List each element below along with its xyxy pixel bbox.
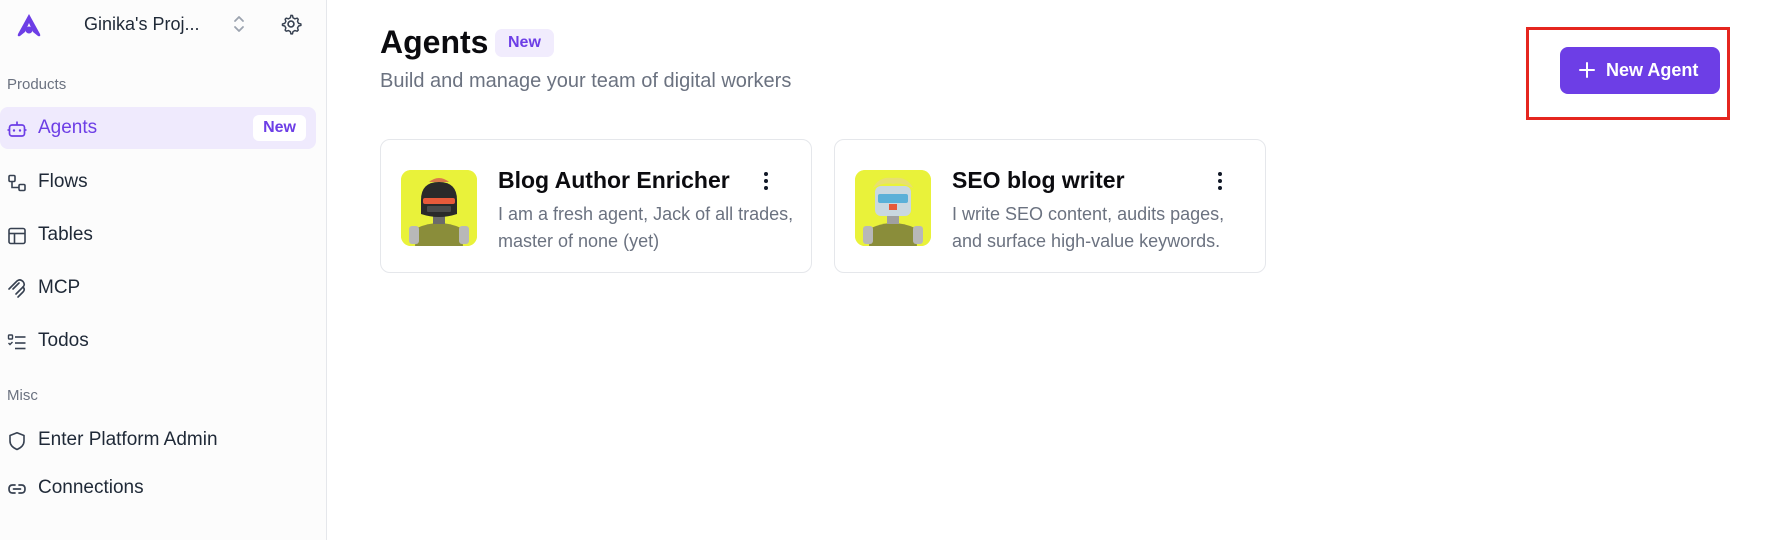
sidebar: Ginika's Proj... Products Agents New Flo [0, 0, 327, 540]
agent-card[interactable]: Blog Author Enricher I am a fresh agent,… [380, 139, 812, 273]
sidebar-item-connections[interactable]: Connections [0, 467, 316, 509]
page-title: Agents [380, 24, 489, 60]
sidebar-item-flows[interactable]: Flows [0, 161, 316, 203]
sidebar-item-label: Todos [38, 330, 89, 351]
sidebar-item-label: Tables [38, 224, 93, 245]
agent-card-description: I write SEO content, audits pages, and s… [952, 204, 1225, 251]
robot-icon [7, 121, 27, 137]
new-badge: New [495, 29, 554, 57]
sidebar-item-enter-platform-admin[interactable]: Enter Platform Admin [0, 419, 316, 461]
more-vertical-icon[interactable] [1215, 170, 1225, 192]
sidebar-header: Ginika's Proj... [0, 0, 327, 50]
sidebar-item-todos[interactable]: Todos [0, 320, 316, 362]
sidebar-item-label: Agents [38, 117, 98, 138]
table-icon [8, 227, 26, 245]
more-vertical-icon[interactable] [761, 170, 771, 192]
app-logo-icon[interactable] [15, 12, 43, 38]
sidebar-item-tables[interactable]: Tables [0, 214, 316, 256]
new-agent-label: New Agent [1606, 60, 1699, 80]
new-agent-button[interactable]: New Agent [1560, 47, 1720, 94]
page-subtitle: Build and manage your team of digital wo… [380, 70, 792, 92]
sidebar-item-label: Enter Platform Admin [38, 429, 218, 450]
new-badge: New [253, 115, 306, 141]
agent-card-title: SEO blog writer [952, 167, 1125, 193]
sidebar-item-label: Connections [38, 477, 144, 498]
sidebar-item-label: MCP [38, 277, 81, 298]
project-name[interactable]: Ginika's Proj... [84, 14, 199, 35]
section-label-products: Products [7, 76, 67, 93]
agent-avatar [401, 170, 477, 246]
sidebar-item-agents[interactable]: Agents New [0, 107, 316, 149]
shield-icon [9, 432, 25, 451]
agent-card-title: Blog Author Enricher [498, 167, 730, 193]
chevron-up-down-icon[interactable] [231, 14, 247, 34]
section-label-misc: Misc [7, 387, 38, 404]
todos-icon [7, 334, 26, 350]
agent-card-description: I am a fresh agent, Jack of all trades, … [498, 204, 794, 251]
flows-icon [8, 174, 26, 192]
mcp-icon [8, 279, 26, 298]
agent-card[interactable]: SEO blog writer I write SEO content, aud… [834, 139, 1266, 273]
sidebar-item-label: Flows [38, 171, 88, 192]
sidebar-item-mcp[interactable]: MCP [0, 267, 316, 309]
agent-avatar [855, 170, 931, 246]
plus-icon [1579, 62, 1595, 78]
link-icon [8, 484, 26, 494]
gear-icon[interactable] [280, 13, 302, 35]
